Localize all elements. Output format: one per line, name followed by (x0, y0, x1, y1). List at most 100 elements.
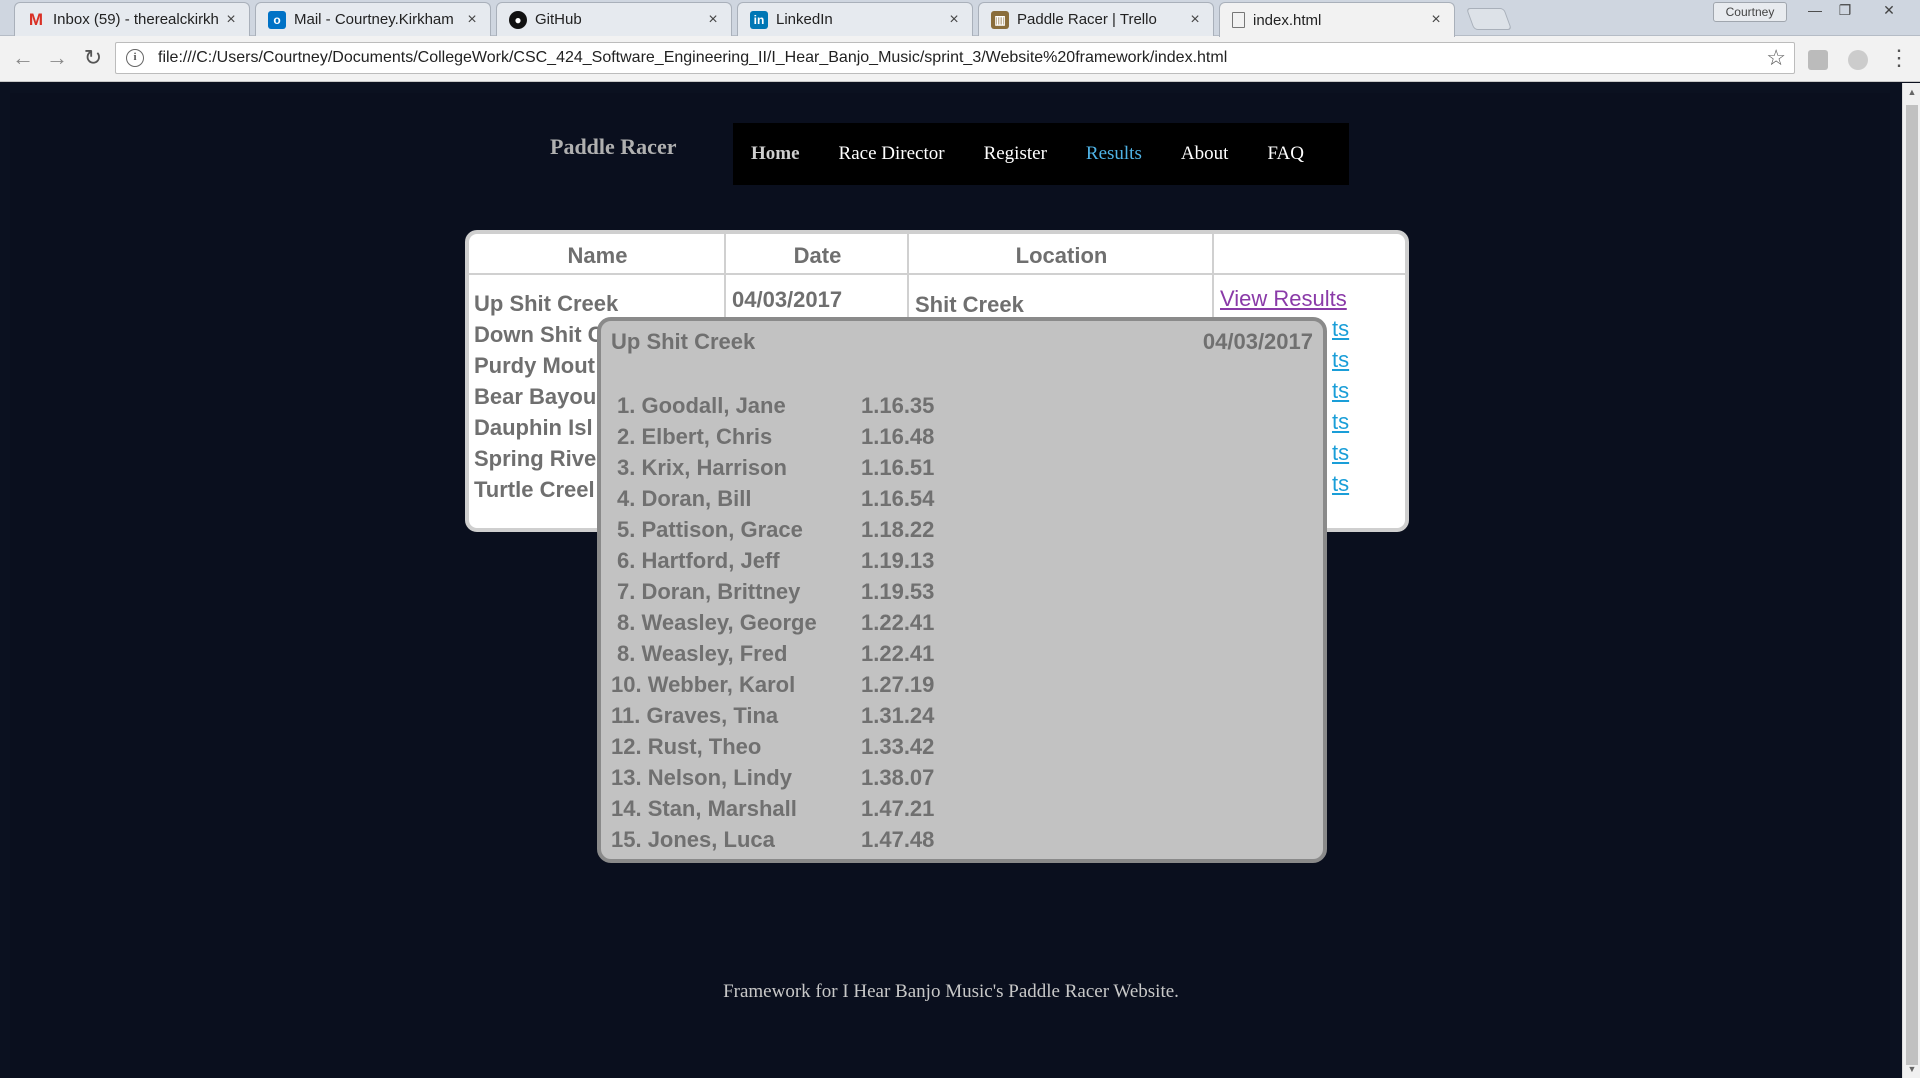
browser-tab-strip: M Inbox (59) - therealckirkh × o Mail - … (0, 0, 1920, 37)
nav-register[interactable]: Register (984, 143, 1047, 165)
popup-race-date: 04/03/2017 (1202, 329, 1313, 354)
result-row: 15. Jones, Luca 1.47.48 (611, 827, 934, 858)
info-icon[interactable]: i (126, 49, 144, 67)
tab-trello[interactable]: ▥ Paddle Racer | Trello × (978, 2, 1214, 36)
result-row: 5. Pattison, Grace 1.18.22 (611, 517, 934, 548)
close-icon[interactable]: × (223, 11, 239, 29)
result-row: 1. Goodall, Jane 1.16.35 (611, 393, 934, 424)
result-name: 5. Pattison, Grace (617, 517, 803, 542)
result-time: 1.16.35 (861, 393, 935, 418)
extension-icon[interactable] (1848, 50, 1868, 70)
race-name: Turtle Creel (474, 477, 595, 502)
bookmark-star-icon[interactable]: ☆ (1766, 45, 1786, 71)
result-name: 8. Weasley, George (617, 610, 817, 635)
result-time: 1.22.41 (861, 641, 935, 666)
result-name: 10. Webber, Karol (611, 672, 796, 697)
result-time: 1.16.51 (861, 455, 935, 480)
result-name: 6. Hartford, Jeff (617, 548, 780, 573)
tab-gmail[interactable]: M Inbox (59) - therealckirkh × (14, 2, 250, 36)
result-row: 6. Hartford, Jeff 1.19.13 (611, 548, 934, 579)
address-bar[interactable]: i file:///C:/Users/Courtney/Documents/Co… (115, 42, 1795, 74)
header-action (1214, 234, 1405, 275)
new-tab-button[interactable] (1465, 8, 1513, 30)
result-name: 13. Nelson, Lindy (611, 765, 792, 790)
result-time: 1.19.13 (861, 548, 935, 573)
tab-github[interactable]: ● GitHub × (496, 2, 732, 36)
extension-icon[interactable] (1808, 50, 1828, 70)
restore-icon[interactable]: ❐ (1830, 0, 1860, 22)
scrollbar[interactable]: ▲ ▼ (1902, 83, 1920, 1078)
tab-label: GitHub (535, 11, 582, 28)
view-results-link[interactable]: ts (1332, 409, 1349, 435)
result-row: 2. Elbert, Chris 1.16.48 (611, 424, 934, 455)
race-name: Down Shit C (474, 322, 604, 347)
close-icon[interactable]: × (1428, 11, 1444, 29)
race-name: Bear Bayou (474, 384, 597, 409)
result-time: 1.19.53 (861, 579, 935, 604)
tab-label: Paddle Racer | Trello (1017, 11, 1157, 28)
race-date: 04/03/2017 (732, 287, 843, 312)
close-icon[interactable]: × (946, 11, 962, 29)
header-name: Name (567, 243, 628, 268)
view-results-link[interactable]: View Results (1220, 286, 1347, 312)
scroll-up-icon[interactable]: ▲ (1903, 83, 1920, 101)
result-name: 2. Elbert, Chris (617, 424, 773, 449)
nav-home[interactable]: Home (751, 143, 800, 165)
result-name: 12. Rust, Theo (611, 734, 762, 759)
tab-label: index.html (1253, 11, 1322, 29)
scroll-down-icon[interactable]: ▼ (1903, 1060, 1920, 1078)
view-results-link[interactable]: ts (1332, 440, 1349, 466)
nav-faq[interactable]: FAQ (1267, 143, 1304, 165)
forward-icon[interactable]: → (44, 46, 70, 72)
result-row: 12. Rust, Theo 1.33.42 (611, 734, 934, 765)
profile-button[interactable]: Courtney (1713, 2, 1787, 22)
close-icon[interactable]: × (705, 11, 721, 29)
main-nav: Home Race Director Register Results Abou… (733, 123, 1349, 185)
tab-outlook-mail[interactable]: o Mail - Courtney.Kirkham × (255, 2, 491, 36)
close-icon[interactable]: × (1187, 11, 1203, 29)
reload-icon[interactable]: ↻ (80, 46, 106, 72)
nav-race-director[interactable]: Race Director (839, 143, 945, 165)
tab-linkedin[interactable]: in LinkedIn × (737, 2, 973, 36)
view-results-link[interactable]: ts (1332, 316, 1349, 342)
result-name: 7. Doran, Brittney (617, 579, 801, 604)
result-row: 14. Stan, Marshall 1.47.21 (611, 796, 934, 827)
view-results-link[interactable]: ts (1332, 347, 1349, 373)
result-time: 1.31.24 (861, 703, 935, 728)
view-results-link[interactable]: ts (1332, 471, 1349, 497)
nav-results[interactable]: Results (1086, 143, 1142, 165)
race-name: Dauphin Isl (474, 415, 593, 440)
url-text[interactable]: file:///C:/Users/Courtney/Documents/Coll… (158, 49, 1766, 67)
result-row: 8. Weasley, Fred 1.22.41 (611, 641, 934, 672)
result-row: 7. Doran, Brittney 1.19.53 (611, 579, 934, 610)
result-row: 4. Doran, Bill 1.16.54 (611, 486, 934, 517)
race-name: Purdy Mout (474, 353, 595, 378)
result-time: 1.18.22 (861, 517, 935, 542)
close-icon[interactable]: × (464, 11, 480, 29)
result-name: 14. Stan, Marshall (611, 796, 797, 821)
window-close-icon[interactable]: ✕ (1874, 0, 1904, 22)
outlook-icon: o (268, 10, 286, 29)
nav-about[interactable]: About (1181, 143, 1229, 165)
tab-label: LinkedIn (776, 11, 833, 28)
result-name: 1. Goodall, Jane (617, 393, 786, 418)
minimize-icon[interactable]: — (1800, 0, 1830, 22)
scrollbar-thumb[interactable] (1906, 105, 1918, 1065)
result-time: 1.16.48 (861, 424, 935, 449)
race-location: Shit Creek (915, 292, 1024, 317)
result-name: 15. Jones, Luca (611, 827, 775, 852)
view-results-link[interactable]: ts (1332, 378, 1349, 404)
tab-index-html[interactable]: index.html × (1219, 2, 1455, 37)
back-icon[interactable]: ← (10, 46, 36, 72)
site-footer: Framework for I Hear Banjo Music's Paddl… (723, 981, 1179, 1002)
result-name: 3. Krix, Harrison (617, 455, 787, 480)
result-name: 11. Graves, Tina (611, 703, 779, 728)
result-time: 1.16.54 (861, 486, 935, 511)
result-row: 10. Webber, Karol 1.27.19 (611, 672, 934, 703)
header-date: Date (793, 243, 842, 268)
file-icon (1232, 12, 1245, 28)
result-row: 3. Krix, Harrison 1.16.51 (611, 455, 934, 486)
menu-icon[interactable]: ⋮ (1886, 46, 1912, 72)
popup-race-title: Up Shit Creek (611, 329, 756, 354)
race-name: Up Shit Creek (474, 291, 619, 316)
